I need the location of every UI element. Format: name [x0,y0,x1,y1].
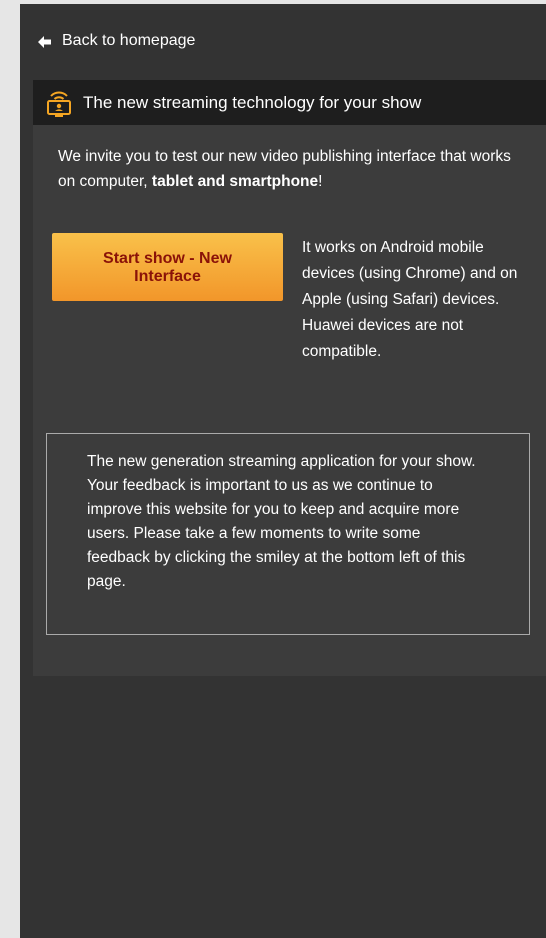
left-arrow-icon [38,35,54,48]
feedback-info-text: The new generation streaming application… [87,450,477,594]
info-line-feedback: Your feedback is important to us as we c… [87,477,466,590]
start-show-button[interactable]: Start show - New Interface [52,233,283,301]
intro-text-bold: tablet and smartphone [151,173,319,190]
compatibility-line-unsupported: Huawei devices are not compatible. [302,317,464,360]
back-to-homepage-link[interactable]: Back to homepage [38,32,195,50]
feedback-info-box: The new generation streaming application… [46,433,530,635]
panel-title: The new streaming technology for your sh… [83,92,422,112]
streaming-panel: The new streaming technology for your sh… [33,80,546,676]
intro-text: We invite you to test our new video publ… [58,144,518,194]
page-container: Back to homepage The new streaming techn… [20,4,546,938]
back-link-label: Back to homepage [62,32,196,49]
compatibility-line-supported: It works on Android mobile devices (usin… [302,239,518,308]
streaming-monitor-icon [45,87,73,119]
compatibility-note: It works on Android mobile devices (usin… [302,235,532,365]
intro-text-end: ! [318,173,323,190]
panel-header: The new streaming technology for your sh… [33,80,546,125]
info-line-intro: The new generation streaming application… [87,453,476,470]
